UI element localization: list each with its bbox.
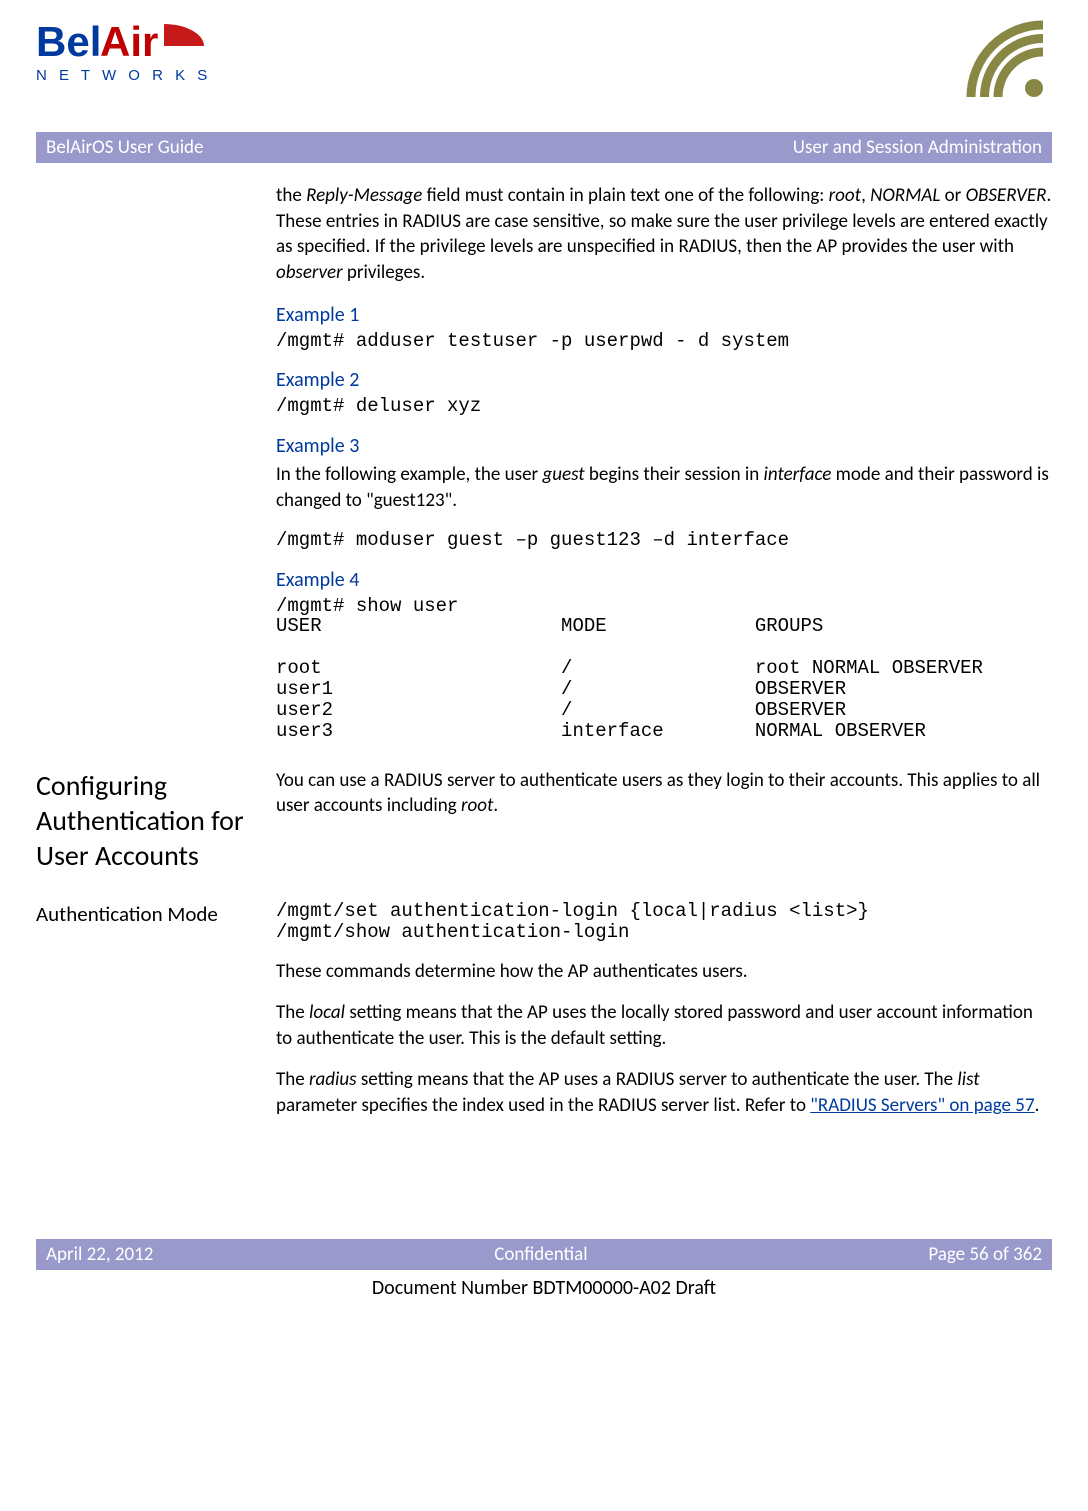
header-bar: BelAirOS User Guide User and Session Adm… [36,132,1052,163]
header-left: BelAirOS User Guide [46,136,204,159]
belair-logo: Bel Air N E T W O R K S [36,16,226,102]
radius-servers-link[interactable]: "RADIUS Servers" on page 57 [810,1094,1034,1117]
example-1-code: /mgmt# adduser testuser -p userpwd - d s… [276,331,1052,352]
svg-text:Bel: Bel [36,18,101,65]
header-right: User and Session Administration [793,136,1042,159]
footer-page: Page 56 of 362 [928,1243,1042,1266]
auth-p1: These commands determine how the AP auth… [276,959,1052,985]
auth-commands: /mgmt/set authentication-login {local|ra… [276,901,1052,943]
example-2-heading: Example 2 [276,367,1052,394]
example-3-text: In the following example, the user guest… [276,462,1052,513]
svg-text:N E T W O R K S: N E T W O R K S [36,67,211,84]
intro-paragraph: the Reply-Message field must contain in … [276,183,1052,286]
document-number: Document Number BDTM00000-A02 Draft [36,1276,1052,1300]
footer-bar: April 22, 2012 Confidential Page 56 of 3… [36,1239,1052,1270]
header-logos: Bel Air N E T W O R K S [36,16,1052,112]
example-1-heading: Example 1 [276,302,1052,329]
example-3-heading: Example 3 [276,433,1052,460]
decorative-icon [932,16,1052,112]
example-2-code: /mgmt# deluser xyz [276,396,1052,417]
example-4-output: /mgmt# show user USER MODE GROUPS root /… [276,596,1052,742]
auth-p2: The local setting means that the AP uses… [276,1000,1052,1051]
auth-mode-heading: Authentication Mode [36,901,276,1135]
footer-date: April 22, 2012 [46,1243,153,1266]
footer-confidential: Confidential [494,1243,587,1266]
auth-p3: The radius setting means that the AP use… [276,1067,1052,1118]
section-intro: You can use a RADIUS server to authentic… [276,768,1052,819]
example-4-heading: Example 4 [276,567,1052,594]
svg-text:Air: Air [100,18,158,65]
example-3-code: /mgmt# moduser guest –p guest123 –d inte… [276,530,1052,551]
section-heading: Configuring Authentication for User Acco… [36,768,276,873]
